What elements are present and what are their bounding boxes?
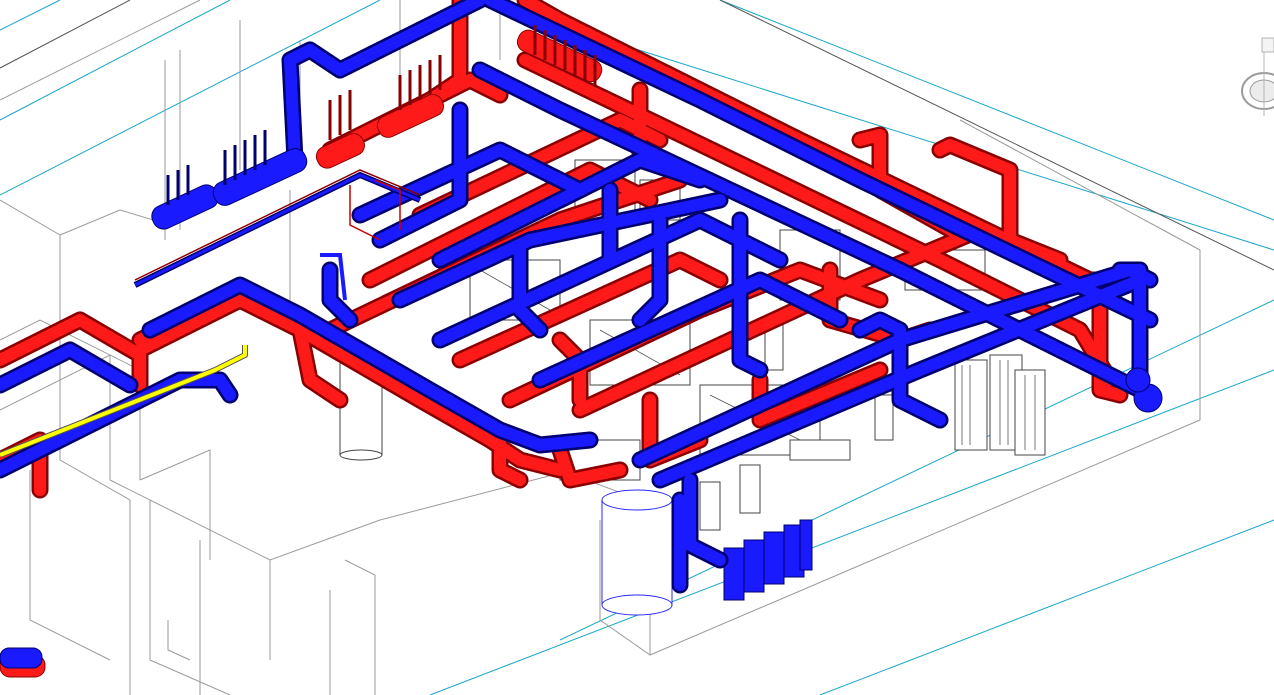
storage-tank-front[interactable] xyxy=(601,489,673,616)
3d-model-viewport[interactable] xyxy=(0,0,1274,695)
plate-heat-exchangers[interactable] xyxy=(954,354,1046,456)
viewcube-icon[interactable] xyxy=(1234,36,1274,126)
blue-vessel-cluster[interactable] xyxy=(723,519,813,601)
mep-piping-scene[interactable] xyxy=(0,0,1274,695)
